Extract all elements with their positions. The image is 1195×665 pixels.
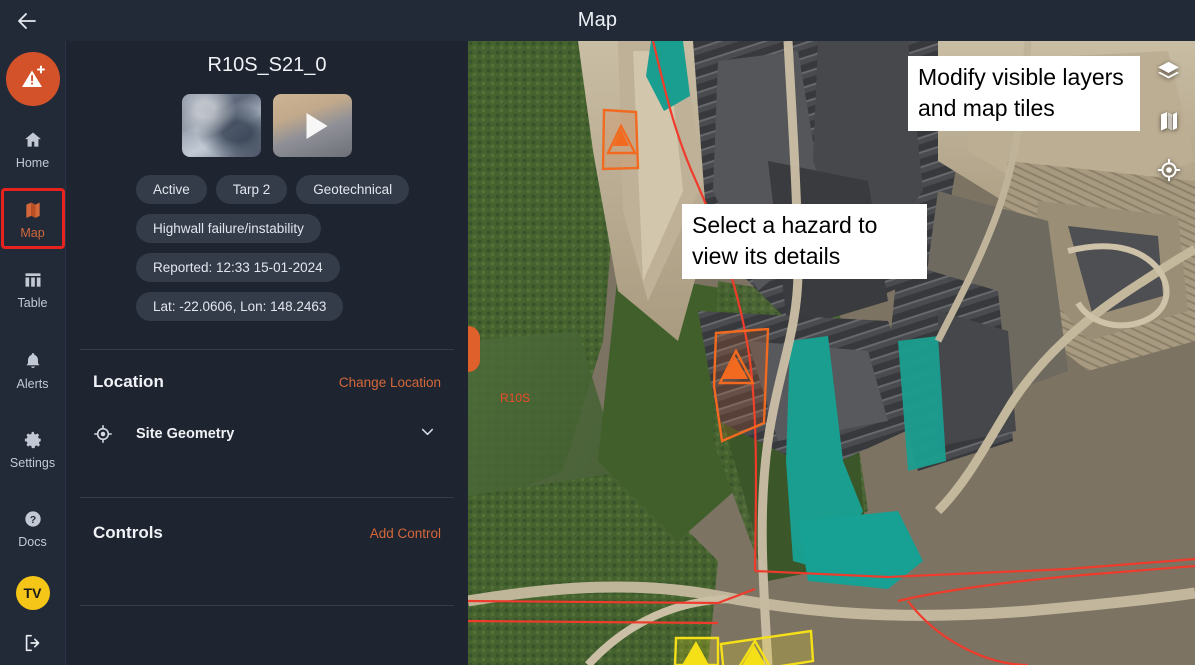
table-icon <box>23 268 43 291</box>
sidebar-item-home[interactable]: Home <box>2 124 64 173</box>
chip-row-coords: Lat: -22.0606, Lon: 148.2463 <box>66 292 344 321</box>
sidebar-item-alerts[interactable]: Alerts <box>2 345 64 394</box>
sidebar-item-settings[interactable]: Settings <box>2 424 64 473</box>
sidebar: Home Map Table Alerts Settings ? Docs TV <box>0 41 66 665</box>
chip-row-reported: Reported: 12:33 15-01-2024 <box>66 253 340 282</box>
map-region-label: R10S <box>500 391 531 405</box>
chip-row-type: Highwall failure/instability <box>66 214 321 243</box>
location-section: Location Change Location Site Geometry <box>66 350 468 446</box>
map-icon <box>23 198 43 221</box>
chip-category[interactable]: Geotechnical <box>296 175 410 204</box>
page-title: Map <box>577 9 618 31</box>
sidebar-item-map[interactable]: Map <box>0 188 65 249</box>
play-icon <box>306 112 327 139</box>
hazard-overlay-layer <box>601 108 815 665</box>
bell-icon <box>23 349 43 372</box>
app-root: Map Home Map Table Alerts Settings ? Doc… <box>0 0 1195 665</box>
location-title: Location <box>93 372 164 391</box>
callout-select-hazard: Select a hazard to view its details <box>682 204 927 280</box>
help-circle-icon: ? <box>23 507 43 530</box>
hazard-title: R10S_S21_0 <box>207 54 327 76</box>
sidebar-label-docs: Docs <box>18 535 47 549</box>
hazard-video-thumbnail[interactable] <box>273 94 352 157</box>
divider-bottom <box>80 605 454 606</box>
logout-button[interactable] <box>22 632 44 654</box>
sidebar-item-docs[interactable]: ? Docs <box>2 503 64 552</box>
sidebar-item-table[interactable]: Table <box>2 264 64 313</box>
logout-icon <box>25 634 39 652</box>
hazard-plus-logo-icon <box>21 65 45 87</box>
media-thumbnails <box>66 94 468 157</box>
target-icon <box>93 424 127 444</box>
controls-section: Controls Add Control <box>66 498 468 543</box>
chip-tarp[interactable]: Tarp 2 <box>215 175 288 204</box>
sidebar-label-map: Map <box>20 226 45 240</box>
home-icon <box>23 128 43 151</box>
svg-text:?: ? <box>29 514 35 525</box>
hazard-polygon-yellow-left[interactable] <box>673 636 720 665</box>
sidebar-label-settings: Settings <box>9 456 56 470</box>
location-item-site-geometry[interactable]: Site Geometry <box>80 422 454 446</box>
controls-title: Controls <box>93 523 163 542</box>
gear-icon <box>23 428 43 451</box>
sidebar-label-alerts: Alerts <box>16 377 49 391</box>
callout-modify-layers: Modify visible layers and map tiles <box>908 56 1140 132</box>
chip-reported[interactable]: Reported: 12:33 15-01-2024 <box>136 253 340 282</box>
layers-icon[interactable] <box>1156 59 1181 89</box>
hazard-detail-panel: R10S_S21_0 Active Tarp 2 Geotechnical Hi… <box>66 41 468 665</box>
hazard-polygon-orange-mid[interactable] <box>712 327 770 443</box>
chip-coordinates[interactable]: Lat: -22.0606, Lon: 148.2463 <box>136 292 344 321</box>
chip-hazard-type[interactable]: Highwall failure/instability <box>136 214 321 243</box>
map-view[interactable]: R10S Modify visible layers and map tiles… <box>468 41 1195 665</box>
map-controls <box>1156 59 1181 187</box>
hazard-photo-thumbnail[interactable] <box>182 94 261 157</box>
app-logo[interactable] <box>5 52 60 106</box>
add-control-link[interactable]: Add Control <box>370 526 441 541</box>
chip-row-status: Active Tarp 2 Geotechnical <box>66 175 410 204</box>
sidebar-label-home: Home <box>15 156 50 170</box>
hazard-polygon-orange-top[interactable] <box>601 108 640 171</box>
panel-collapse-handle[interactable] <box>468 326 480 372</box>
change-location-link[interactable]: Change Location <box>339 375 441 390</box>
hazard-attribute-chips: Active Tarp 2 Geotechnical Highwall fail… <box>66 175 468 331</box>
chip-status[interactable]: Active <box>136 175 207 204</box>
app-header: Map <box>0 0 1195 41</box>
hazard-polygon-yellow-right[interactable] <box>719 629 815 665</box>
location-item-label: Site Geometry <box>136 426 235 442</box>
locate-target-icon[interactable] <box>1157 158 1181 187</box>
user-avatar[interactable]: TV <box>15 576 50 610</box>
sidebar-label-table: Table <box>17 296 48 310</box>
basemap-icon[interactable] <box>1157 109 1181 138</box>
chevron-down-icon[interactable] <box>418 422 437 446</box>
